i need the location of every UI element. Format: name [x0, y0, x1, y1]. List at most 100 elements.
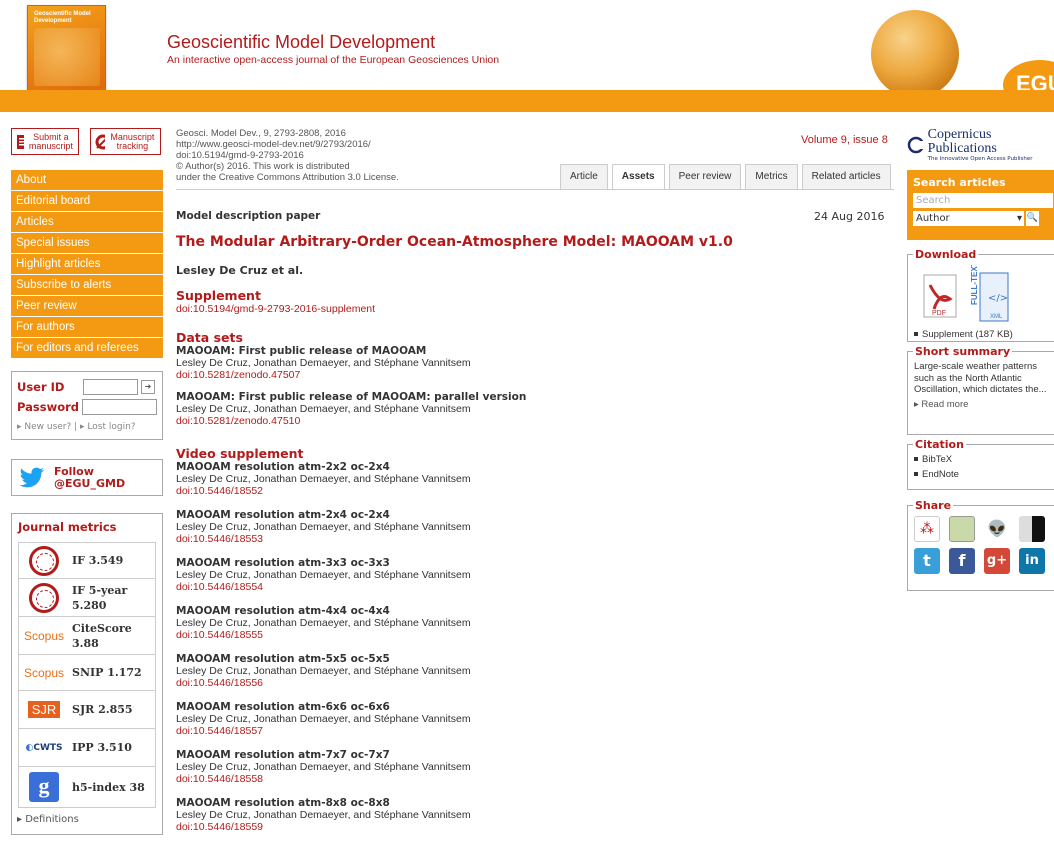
supplement-download-link[interactable]: Supplement (187 KB) [914, 329, 1050, 341]
user-id-label: User ID [17, 380, 65, 394]
citation-doi[interactable]: doi:10.5194/gmd-9-2793-2016 [176, 150, 894, 161]
citation-url[interactable]: http://www.geosci-model-dev.net/9/2793/2… [176, 139, 894, 150]
sidebar-item-peer-review[interactable]: Peer review [11, 296, 163, 316]
tab-related-articles[interactable]: Related articles [801, 164, 891, 189]
search-field-select[interactable]: Author ▾ [913, 211, 1024, 226]
topnav-contact[interactable]: | Contact [413, 184, 457, 196]
twitter-icon[interactable]: t [914, 548, 940, 574]
search-input[interactable]: Search [913, 193, 1053, 208]
video-doi-link[interactable]: doi:10.5446/18557 [176, 725, 471, 737]
metric-value: SNIP 1.172 [72, 666, 142, 679]
twitter-follow-button[interactable]: Follow @EGU_GMD [11, 459, 163, 496]
video-doi-link[interactable]: doi:10.5446/18553 [176, 533, 471, 545]
reddit-icon[interactable]: 👽 [984, 516, 1010, 542]
header-banner: Geoscientific Model Development Geoscien… [0, 0, 1054, 113]
tracking-icon [95, 134, 105, 149]
journal-metrics-heading: Journal metrics [18, 520, 117, 534]
sidebar-item-special-issues[interactable]: Special issues [11, 233, 163, 253]
video-authors: Lesley De Cruz, Jonathan Demaeyer, and S… [176, 473, 471, 485]
sidebar-nav: About Editorial board Articles Special i… [11, 170, 163, 359]
sidebar-item-subscribe[interactable]: Subscribe to alerts [11, 275, 163, 295]
search-box: Search articles Search Author ▾ 🔍 [907, 170, 1054, 240]
read-more-link[interactable]: ▸ Read more [914, 399, 1050, 411]
dataset-title: MAOOAM: First public release of MAOOAM [176, 345, 427, 357]
topnav-egu[interactable]: | EGU.eu [167, 184, 212, 196]
login-arrow-icon[interactable]: ➜ [141, 380, 155, 394]
metric-row[interactable]: SJR SJR 2.855 [19, 691, 155, 729]
topnav-journals[interactable]: | EGU Journals [216, 184, 290, 196]
submit-manuscript-button[interactable]: Submit a manuscript [11, 128, 79, 155]
search-icon[interactable]: 🔍 [1026, 211, 1039, 226]
manuscript-tracking-button[interactable]: Manuscript tracking [90, 128, 161, 155]
video-doi-link[interactable]: doi:10.5446/18559 [176, 821, 471, 833]
sidebar-item-for-editors[interactable]: For editors and referees [11, 338, 163, 358]
bibtex-link[interactable]: BibTeX [914, 454, 1050, 466]
google-plus-icon[interactable]: g+ [984, 548, 1010, 574]
linkedin-icon[interactable]: in [1019, 548, 1045, 574]
supplement-section: Supplement doi:10.5194/gmd-9-2793-2016-s… [176, 288, 375, 315]
metric-row[interactable]: Scopus CiteScore 3.88 [19, 617, 155, 655]
sidebar-item-for-authors[interactable]: For authors [11, 317, 163, 337]
share-heading: Share [913, 499, 954, 512]
delicious-icon[interactable] [1019, 516, 1045, 542]
metric-row[interactable]: ◐CWTS IPP 3.510 [19, 729, 155, 767]
sidebar-item-editorial-board[interactable]: Editorial board [11, 191, 163, 211]
citation-line: Geosci. Model Dev., 9, 2793-2808, 2016 [176, 128, 346, 139]
metric-value: CiteScore 3.88 [72, 621, 132, 651]
citeulike-icon[interactable] [949, 516, 975, 542]
login-links[interactable]: ▸ New user? | ▸ Lost login? [17, 422, 157, 432]
list-item: MAOOAM: First public release of MAOOAM L… [176, 345, 526, 381]
facebook-icon[interactable]: f [949, 548, 975, 574]
paper-type: Model description paper [176, 210, 321, 222]
video-authors: Lesley De Cruz, Jonathan Demaeyer, and S… [176, 713, 471, 725]
xml-fulltext-icon[interactable]: FULL-TEXT </> XML [968, 265, 1010, 325]
short-summary-heading: Short summary [913, 345, 1013, 358]
tab-assets[interactable]: Assets [611, 164, 665, 189]
metric-row[interactable]: IF 5-year 5.280 [19, 579, 155, 617]
sidebar-item-highlight-articles[interactable]: Highlight articles [11, 254, 163, 274]
metric-row[interactable]: IF 3.549 [19, 543, 155, 579]
volume-link[interactable]: Volume 9, issue 8 [801, 134, 888, 146]
paper-authors: Lesley De Cruz et al. [176, 264, 304, 277]
tab-article[interactable]: Article [560, 164, 608, 189]
mendeley-icon[interactable]: ⁂ [914, 516, 940, 542]
metric-row[interactable]: g h5-index 38 [19, 767, 155, 807]
endnote-link[interactable]: EndNote [914, 469, 1050, 481]
video-title: MAOOAM resolution atm-2x4 oc-2x4 [176, 509, 390, 521]
tracking-label: Manuscript tracking [110, 131, 155, 151]
supplement-doi-link[interactable]: doi:10.5194/gmd-9-2793-2016-supplement [176, 303, 375, 315]
definitions-link[interactable]: ▸ Definitions [12, 808, 162, 831]
topnav-highlights[interactable]: | EGU Highlight Articles [294, 184, 408, 196]
video-doi-link[interactable]: doi:10.5446/18554 [176, 581, 471, 593]
video-doi-link[interactable]: doi:10.5446/18556 [176, 677, 471, 689]
tab-metrics[interactable]: Metrics [745, 164, 798, 189]
supplement-size: Supplement (187 KB) [922, 329, 1013, 340]
journal-cover-image[interactable]: Geoscientific Model Development [27, 5, 106, 103]
password-input[interactable] [82, 399, 157, 415]
video-title: MAOOAM resolution atm-5x5 oc-5x5 [176, 653, 390, 665]
share-box: Share ⁂ 👽 t f g+ in [907, 499, 1054, 591]
dataset-doi-link[interactable]: doi:10.5281/zenodo.47507 [176, 369, 526, 381]
video-doi-link[interactable]: doi:10.5446/18552 [176, 485, 471, 497]
dataset-doi-link[interactable]: doi:10.5281/zenodo.47510 [176, 415, 526, 427]
topnav-imprint[interactable]: | Imprint | [460, 184, 505, 196]
video-doi-link[interactable]: doi:10.5446/18558 [176, 773, 471, 785]
top-nav-bar: | EGU.eu | EGU Journals | EGU Highlight … [0, 90, 1054, 196]
globe-logo [871, 10, 959, 98]
video-authors: Lesley De Cruz, Jonathan Demaeyer, and S… [176, 665, 471, 677]
video-doi-link[interactable]: doi:10.5446/18555 [176, 629, 471, 641]
copernicus-logo[interactable]: Copernicus Publications The Innovative Op… [907, 128, 1054, 162]
journal-title[interactable]: Geoscientific Model Development [167, 32, 435, 53]
paper-date: 24 Aug 2016 [814, 210, 885, 223]
sidebar-item-about[interactable]: About [11, 170, 163, 190]
sidebar-item-articles[interactable]: Articles [11, 212, 163, 232]
metric-row[interactable]: Scopus SNIP 1.172 [19, 655, 155, 691]
tab-peer-review[interactable]: Peer review [668, 164, 742, 189]
paper-title: The Modular Arbitrary-Order Ocean-Atmosp… [176, 234, 733, 250]
user-id-input[interactable] [83, 379, 138, 395]
pdf-icon[interactable]: PDF [918, 265, 960, 320]
impact-factor-seal-icon [29, 545, 59, 576]
svg-text:</>: </> [988, 293, 1008, 304]
chevron-down-icon: ▾ [1016, 213, 1022, 224]
list-item: MAOOAM resolution atm-5x5 oc-5x5 Lesley D… [176, 653, 471, 689]
